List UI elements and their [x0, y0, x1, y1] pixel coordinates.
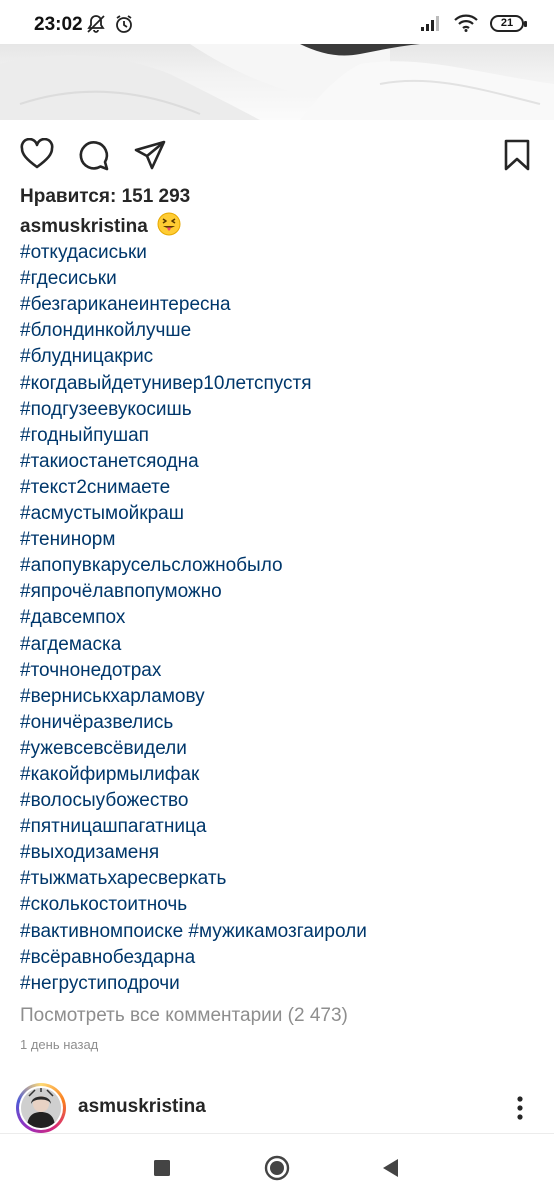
hashtag-link[interactable]: #выходизаменя	[20, 840, 540, 866]
view-all-comments-link[interactable]: Посмотреть все комментарии (2 473)	[20, 1005, 348, 1027]
hashtag-link[interactable]: #точнонедотрах	[20, 658, 540, 684]
home-icon[interactable]	[263, 1154, 291, 1182]
hashtag-link[interactable]: #негрустиподрочи	[20, 971, 540, 997]
heart-icon[interactable]	[20, 138, 54, 172]
hashtag-link[interactable]: #асмустымойкраш	[20, 501, 540, 527]
hashtag-link[interactable]: #тенинорм	[20, 527, 540, 553]
hashtag-link[interactable]: #давсемпох	[20, 605, 540, 631]
hashtag-link[interactable]: #такиостанетсяодна	[20, 449, 540, 475]
hashtag-link[interactable]: #вактивномпоиске #мужикамозгаироли	[20, 919, 540, 945]
hashtag-link[interactable]: #какойфирмылифак	[20, 762, 540, 788]
avatar[interactable]	[19, 1086, 63, 1130]
hashtag-link[interactable]: #верниськхарламову	[20, 684, 540, 710]
hashtag-link[interactable]: #япрочёлавпопуможно	[20, 579, 540, 605]
status-bar: 23:02 21	[0, 0, 554, 44]
post-timestamp: 1 день назад	[20, 1037, 99, 1052]
bookmark-icon[interactable]	[500, 138, 534, 172]
hashtag-link[interactable]: #волосыубожество	[20, 788, 540, 814]
signal-icon	[421, 16, 439, 31]
hashtag-link[interactable]: #текст2снимаете	[20, 475, 540, 501]
next-post-username[interactable]: asmuskristina	[78, 1096, 206, 1118]
post-actions	[0, 132, 554, 176]
hashtag-link[interactable]: #блудницакрис	[20, 344, 540, 370]
hashtag-link[interactable]: #гдесиськи	[20, 266, 540, 292]
back-icon[interactable]	[377, 1154, 405, 1182]
post-photo[interactable]	[0, 44, 554, 120]
hashtag-list: #откудасиськи #гдесиськи #безгариканеинтер…	[20, 240, 540, 997]
hashtag-link[interactable]: #оничёразвелись	[20, 710, 540, 736]
caption-username[interactable]: asmuskristina	[20, 216, 148, 237]
hashtag-link[interactable]: #откудасиськи	[20, 240, 540, 266]
recent-apps-icon[interactable]	[148, 1154, 176, 1182]
hashtag-link[interactable]: #агдемаска	[20, 632, 540, 658]
more-options-icon[interactable]	[510, 1094, 530, 1122]
hashtag-link[interactable]: #сколькостоитночь	[20, 892, 540, 918]
hashtag-link[interactable]: #апопувкарусельсложнобыло	[20, 553, 540, 579]
status-time: 23:02	[34, 14, 83, 35]
hashtag-link[interactable]: #безгариканеинтересна	[20, 292, 540, 318]
comment-icon[interactable]	[77, 138, 111, 172]
share-icon[interactable]	[133, 138, 167, 172]
hashtag-link[interactable]: #тыжматьхаресверкать	[20, 866, 540, 892]
hashtag-link[interactable]: #ужевсевсёвидели	[20, 736, 540, 762]
likes-count[interactable]: Нравится: 151 293	[20, 186, 190, 208]
hashtag-link[interactable]: #когдавыйдетунивер10летспустя	[20, 371, 540, 397]
post-caption: asmuskristina #откудасиськи #гдесиськи #бе…	[20, 212, 540, 997]
system-nav-bar	[0, 1133, 554, 1201]
hashtag-link[interactable]: #подгузеевукосишь	[20, 397, 540, 423]
mute-bell-icon	[87, 15, 105, 33]
hashtag-link[interactable]: #пятницашпагатница	[20, 814, 540, 840]
hashtag-link[interactable]: #блондинкойлучше	[20, 318, 540, 344]
hashtag-link[interactable]: #годныйпушап	[20, 423, 540, 449]
alarm-icon	[116, 15, 132, 33]
hashtag-link[interactable]: #всёравнобездарна	[20, 945, 540, 971]
next-post-header: asmuskristina	[0, 1080, 554, 1134]
battery-level: 21	[500, 17, 514, 29]
wifi-icon	[454, 14, 478, 32]
story-ring[interactable]	[16, 1083, 66, 1133]
battery-icon: 21	[490, 14, 527, 32]
squinting-tongue-emoji-icon	[157, 212, 181, 236]
